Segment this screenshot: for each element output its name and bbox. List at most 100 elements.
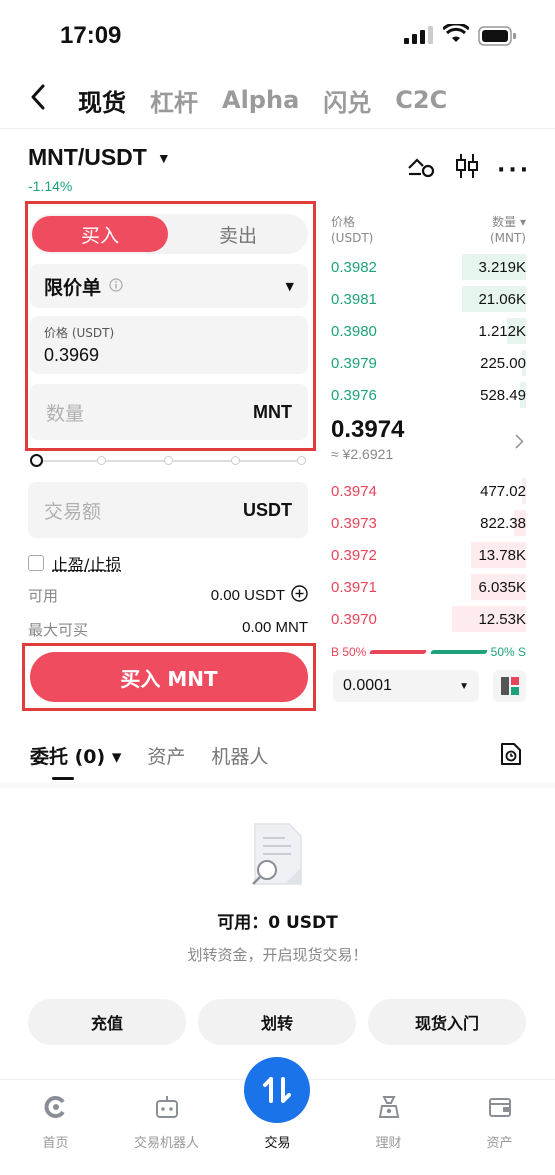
ask-row[interactable]: 0.3976 528.49 <box>331 382 526 408</box>
price-input[interactable]: 价格 (USDT) 0.3969 <box>30 316 308 374</box>
order-type-select[interactable]: 限价单 ▼ <box>30 264 308 308</box>
tpsl-checkbox[interactable] <box>28 555 44 571</box>
back-icon[interactable] <box>30 84 54 117</box>
transfer-button[interactable]: 划转 <box>198 999 356 1045</box>
tpsl-checkbox-row[interactable]: 止盈/止损 <box>28 551 121 575</box>
orderbook-price: 0.3974 <box>331 482 377 500</box>
ask-row[interactable]: 0.3981 21.06K <box>331 286 526 312</box>
orderbook-price: 0.3982 <box>331 258 377 276</box>
ask-row[interactable]: 0.3982 3.219K <box>331 254 526 280</box>
orderbook-quantity: 1.212K <box>478 322 526 340</box>
price-label: 价格 (USDT) <box>44 326 115 340</box>
slider-stop-100[interactable] <box>297 456 306 465</box>
sell-tab[interactable]: 卖出 <box>170 216 306 252</box>
candlestick-chart-icon[interactable] <box>454 152 480 184</box>
status-time: 17:09 <box>60 22 122 49</box>
robot-icon <box>155 1096 178 1118</box>
empty-subtitle: 划转资金，开启现货交易！ <box>187 946 368 964</box>
buy-tab[interactable]: 买入 <box>32 216 168 252</box>
quantity-placeholder: 数量 <box>46 402 85 425</box>
tab-assets[interactable]: 资产 <box>147 742 185 769</box>
nav-trade-label: 交易 <box>264 1136 291 1151</box>
wallet-icon <box>488 1098 511 1117</box>
total-input[interactable]: 交易额 USDT <box>28 482 308 538</box>
available-row: 可用 0.00 USDT <box>28 585 308 606</box>
quantity-header[interactable]: 数量 ▾ <box>490 214 526 230</box>
price-unit: (USDT) <box>331 231 374 245</box>
tab-spot[interactable]: 现货 <box>78 83 126 118</box>
orderbook-header: 价格 (USDT) 数量 ▾ (MNT) <box>331 214 526 246</box>
total-unit: USDT <box>243 499 292 520</box>
ask-row[interactable]: 0.3979 225.00 <box>331 350 526 376</box>
max-buy-label: 最大可买 <box>28 621 89 639</box>
nav-trade[interactable]: 交易 <box>222 1132 333 1151</box>
spot-guide-button[interactable]: 现货入门 <box>368 999 526 1045</box>
nav-bots[interactable]: 交易机器人 <box>111 1094 222 1151</box>
battery-icon <box>478 26 518 50</box>
nav-home-label: 首页 <box>42 1136 69 1151</box>
orderbook-quantity: 21.06K <box>478 290 526 308</box>
precision-value: 0.0001 <box>343 677 392 694</box>
signal-icon <box>404 26 434 48</box>
orderbook-quantity: 6.035K <box>478 578 526 596</box>
trade-arrows-icon <box>263 1077 291 1103</box>
tpsl-label: 止盈/止损 <box>52 555 122 574</box>
buy-submit-button[interactable]: 买入 MNT <box>30 652 308 702</box>
tab-bots[interactable]: 机器人 <box>211 742 268 769</box>
orderbook-price: 0.3981 <box>331 290 377 308</box>
info-icon[interactable] <box>109 277 123 296</box>
tab-margin[interactable]: 杠杆 <box>150 83 198 118</box>
deposit-button[interactable]: 充值 <box>28 999 186 1045</box>
buy-ratio: B 50% <box>331 645 367 659</box>
bid-row[interactable]: 0.3970 12.53K <box>331 606 526 632</box>
orderbook-quantity: 477.02 <box>480 482 526 500</box>
sell-ratio-bar <box>429 650 488 654</box>
tab-convert[interactable]: 闪兑 <box>323 83 371 118</box>
orderbook-price: 0.3979 <box>331 354 377 372</box>
slider-stop-50[interactable] <box>164 456 173 465</box>
slider-handle[interactable] <box>30 454 43 467</box>
precision-select[interactable]: 0.0001 ▼ <box>333 670 479 702</box>
chevron-right-icon[interactable] <box>515 434 524 453</box>
slider-stop-75[interactable] <box>231 456 240 465</box>
orderbook-quantity: 225.00 <box>480 354 526 372</box>
trade-fab[interactable] <box>244 1057 310 1123</box>
tab-orders[interactable]: 委托 (0) ▾ <box>30 742 121 769</box>
price-alert-icon[interactable] <box>407 154 435 182</box>
mid-price-fiat: ≈ ¥2.6921 <box>331 446 394 462</box>
add-funds-icon[interactable] <box>291 585 308 606</box>
orderbook-quantity: 528.49 <box>480 386 526 404</box>
orderbook-price: 0.3970 <box>331 610 377 628</box>
earn-icon <box>378 1096 399 1118</box>
nav-assets[interactable]: 资产 <box>444 1094 555 1151</box>
more-icon[interactable]: ··· <box>497 158 531 183</box>
nav-divider <box>0 128 555 129</box>
empty-document-icon <box>245 822 305 896</box>
order-history-icon[interactable] <box>500 742 522 770</box>
orderbook-quantity: 13.78K <box>478 546 526 564</box>
mid-price: 0.3974 <box>331 416 405 443</box>
quantity-input[interactable]: 数量 MNT <box>30 384 308 440</box>
slider-stop-25[interactable] <box>97 456 106 465</box>
nav-home[interactable]: 首页 <box>0 1094 111 1151</box>
bid-row[interactable]: 0.3974 477.02 <box>331 478 526 504</box>
price-header: 价格 <box>331 215 356 229</box>
quantity-header-unit: (MNT) <box>489 231 526 245</box>
bid-row[interactable]: 0.3971 6.035K <box>331 574 526 600</box>
caret-down-icon: ▼ <box>156 149 171 166</box>
tab-c2c[interactable]: C2C <box>395 86 447 114</box>
bid-row[interactable]: 0.3972 13.78K <box>331 542 526 568</box>
orderbook-layout-button[interactable] <box>493 670 526 702</box>
caret-down-icon: ▼ <box>285 279 294 293</box>
nav-earn-label: 理财 <box>375 1136 402 1151</box>
pair-selector[interactable]: MNT/USDT ▼ <box>28 144 171 171</box>
layout-icon <box>500 677 519 695</box>
bid-row[interactable]: 0.3973 822.38 <box>331 510 526 536</box>
tab-alpha[interactable]: Alpha <box>222 86 299 114</box>
orderbook-price: 0.3976 <box>331 386 377 404</box>
nav-earn[interactable]: 理财 <box>333 1094 444 1151</box>
ask-row[interactable]: 0.3980 1.212K <box>331 318 526 344</box>
sell-ratio: 50% S <box>490 645 526 659</box>
order-type-label: 限价单 <box>44 276 102 299</box>
nav-assets-label: 资产 <box>486 1136 513 1151</box>
